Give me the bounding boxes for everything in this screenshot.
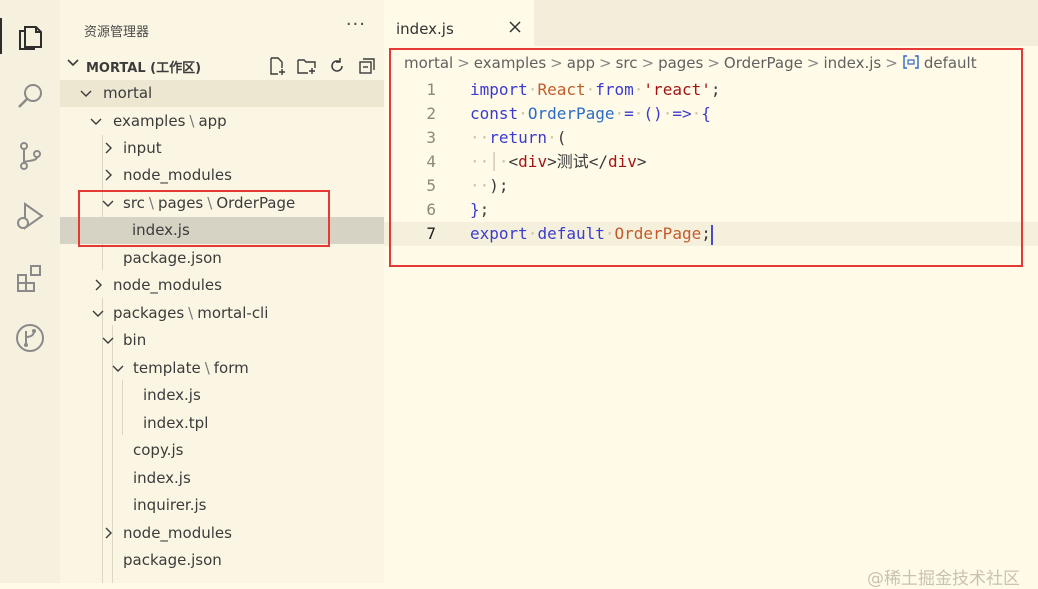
tree-label: bin bbox=[123, 331, 147, 349]
tree-label: mortal bbox=[103, 84, 153, 102]
tree-label: template bbox=[133, 359, 201, 377]
tree-folder-input[interactable]: input bbox=[60, 135, 384, 162]
tree-label: index.js bbox=[143, 386, 201, 404]
watermark: @稀土掘金技术社区 bbox=[867, 569, 1020, 589]
tree-folder-packages-mortal-cli[interactable]: packages \ mortal-cli bbox=[60, 300, 384, 327]
tree-folder-node-modules[interactable]: node_modules bbox=[60, 520, 384, 547]
git-graph-icon[interactable] bbox=[0, 314, 60, 362]
tree-label: index.tpl bbox=[143, 414, 209, 432]
tree-file-package-json[interactable]: package.json bbox=[60, 547, 384, 574]
tree-folder-bin[interactable]: bin bbox=[60, 327, 384, 354]
highlight-box-explorer bbox=[78, 190, 330, 247]
tree-label: node_modules bbox=[123, 166, 232, 184]
collapse-all-icon[interactable] bbox=[356, 55, 378, 77]
tree-file-index-tpl[interactable]: index.tpl bbox=[60, 410, 384, 437]
search-icon[interactable] bbox=[0, 72, 60, 120]
tree-label: input bbox=[123, 139, 162, 157]
tree-file-index-js[interactable]: index.js bbox=[60, 465, 384, 492]
tree-label: packages bbox=[113, 304, 185, 322]
tree-file-index-js[interactable]: index.js bbox=[60, 382, 384, 409]
workspace-section-header[interactable]: MORTAL (工作区) bbox=[60, 51, 384, 79]
source-control-icon[interactable] bbox=[0, 132, 60, 180]
tree-label: examples bbox=[113, 112, 186, 130]
workspace-title: MORTAL (工作区) bbox=[86, 61, 202, 76]
tree-folder-node-modules[interactable]: node_modules bbox=[60, 162, 384, 189]
tree-file-copy-js[interactable]: copy.js bbox=[60, 437, 384, 464]
new-file-icon[interactable] bbox=[266, 55, 288, 77]
tree-file-package-json[interactable]: package.json bbox=[60, 245, 384, 272]
tab-index-js[interactable]: index.js bbox=[384, 0, 534, 46]
tab-label: index.js bbox=[396, 20, 454, 38]
run-debug-icon[interactable] bbox=[0, 192, 60, 240]
path-separator: \ bbox=[189, 112, 195, 130]
path-separator: \ bbox=[188, 304, 194, 322]
tree-label: node_modules bbox=[113, 276, 222, 294]
tree-folder-template-form[interactable]: template \ form bbox=[60, 355, 384, 382]
activity-bar bbox=[0, 0, 60, 583]
tree-file-inquirer-js[interactable]: inquirer.js bbox=[60, 492, 384, 519]
tree-label: package.json bbox=[123, 249, 222, 267]
tree-label: index.js bbox=[133, 469, 191, 487]
tree-folder-examples-app[interactable]: examples \ app bbox=[60, 108, 384, 135]
extensions-icon[interactable] bbox=[0, 254, 60, 302]
tree-label: mortal-cli bbox=[197, 304, 269, 322]
files-icon[interactable] bbox=[0, 12, 60, 60]
more-actions-icon[interactable]: ··· bbox=[346, 14, 366, 35]
tree-folder-mortal[interactable]: mortal bbox=[60, 80, 384, 107]
chevron-down-icon bbox=[66, 56, 80, 74]
explorer-title: 资源管理器 bbox=[84, 25, 150, 40]
path-separator: \ bbox=[204, 359, 210, 377]
tab-bar: index.js bbox=[384, 0, 1038, 46]
new-folder-icon[interactable] bbox=[296, 55, 318, 77]
tree-label: app bbox=[198, 112, 227, 130]
close-icon[interactable] bbox=[508, 20, 522, 34]
explorer-sidebar: 资源管理器 ··· MORTAL (工作区) mortal examples \ a… bbox=[60, 0, 384, 583]
editor-pane: index.js mortal > examples > app > src > pages > O… bbox=[384, 0, 1038, 589]
tree-label: form bbox=[213, 359, 249, 377]
highlight-box-editor bbox=[389, 48, 1023, 267]
tree-label: inquirer.js bbox=[133, 496, 207, 514]
tree-label: package.json bbox=[123, 551, 222, 569]
tree-label: node_modules bbox=[123, 524, 232, 542]
tree-folder-node-modules[interactable]: node_modules bbox=[60, 272, 384, 299]
refresh-icon[interactable] bbox=[326, 55, 348, 77]
tree-label: copy.js bbox=[133, 441, 184, 459]
